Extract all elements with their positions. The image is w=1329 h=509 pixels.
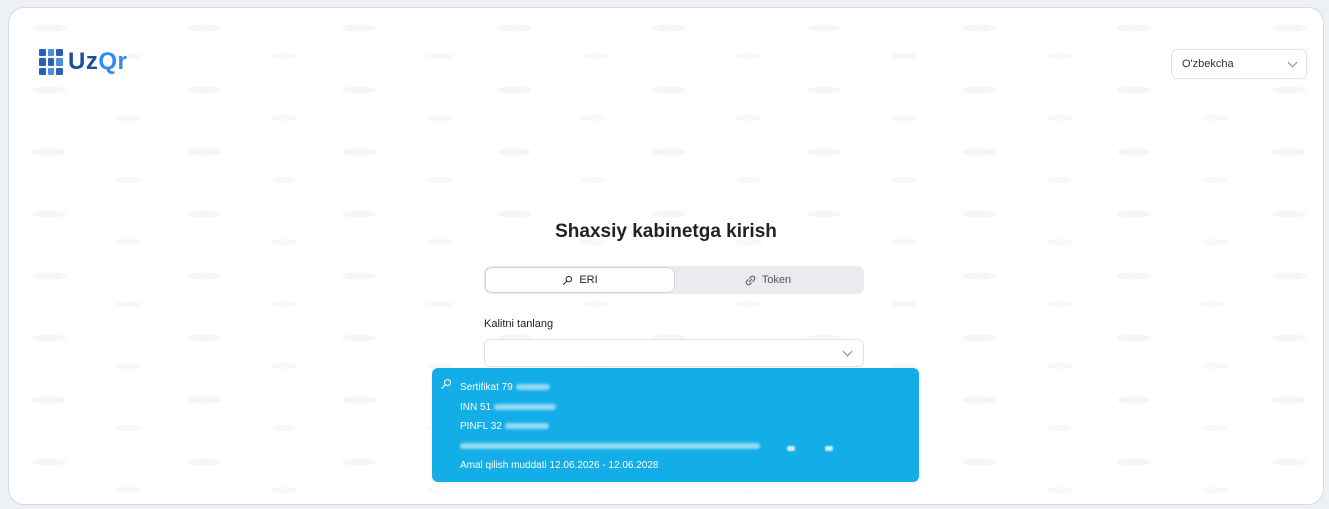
certificate-owner (460, 437, 919, 457)
certificate-number: Sertifikat 79 (460, 378, 919, 398)
key-select[interactable] (484, 339, 864, 367)
app-window: UzQr O'zbekcha Shaxsiy kabinetga kirish … (8, 7, 1324, 505)
chevron-down-icon (842, 346, 853, 357)
certificate-validity: Amal qilish muddati 12.06.2026 - 12.06.2… (460, 460, 659, 471)
certificate-pinfl: PINFL 32 (460, 417, 919, 437)
page-title: Shaxsiy kabinetga kirish (555, 221, 777, 242)
key-icon (441, 378, 452, 389)
redacted-marks (787, 446, 833, 451)
auth-method-tabs: ERI Token (484, 266, 864, 294)
redacted-text (460, 442, 760, 449)
uzqr-logo[interactable]: UzQr (39, 48, 127, 76)
qr-logo-icon (39, 49, 63, 75)
tab-eri[interactable]: ERI (486, 268, 674, 292)
redacted-text (493, 403, 556, 410)
link-icon (745, 275, 756, 285)
certificate-option[interactable]: Sertifikat 79 INN 51 PINFL 32 Amal qilis… (432, 368, 919, 482)
key-select-label: Kalitni tanlang (484, 318, 554, 330)
key-icon (563, 275, 573, 285)
key-dropdown-list: Sertifikat 79 INN 51 PINFL 32 Amal qilis… (432, 368, 919, 492)
logo-wordmark: UzQr (68, 48, 128, 75)
tab-token[interactable]: Token (674, 268, 862, 292)
certificate-inn: INN 51 (460, 398, 919, 418)
language-select-value: O'zbekcha (1182, 58, 1234, 70)
chevron-down-icon (1287, 57, 1298, 68)
redacted-text (515, 384, 550, 391)
redacted-text (504, 423, 549, 430)
language-select[interactable]: O'zbekcha (1171, 49, 1307, 79)
tab-eri-label: ERI (579, 274, 598, 286)
tab-token-label: Token (761, 274, 792, 286)
